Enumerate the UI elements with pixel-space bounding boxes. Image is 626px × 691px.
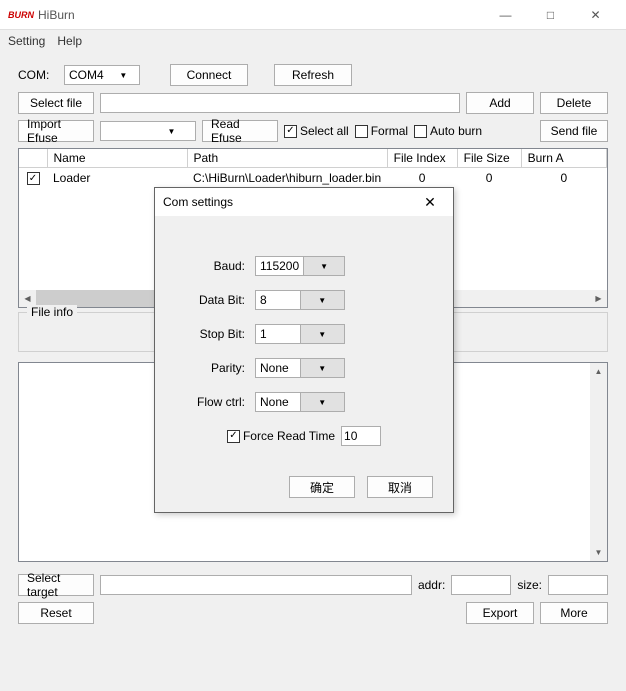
stopbit-label: Stop Bit: <box>175 327 255 341</box>
com-settings-dialog: Com settings ✕ Baud: 115200 ▼ Data Bit: … <box>154 187 454 513</box>
app-logo: BURN <box>8 10 34 20</box>
formal-checkbox[interactable]: Formal <box>355 124 408 138</box>
close-button[interactable]: ✕ <box>573 0 618 30</box>
flow-value: None <box>256 395 300 409</box>
ok-button[interactable]: 确定 <box>289 476 355 498</box>
dialog-close-button[interactable]: ✕ <box>415 194 445 211</box>
menu-help[interactable]: Help <box>57 34 82 48</box>
chevron-down-icon: ▼ <box>300 393 345 411</box>
databit-value: 8 <box>256 293 300 307</box>
force-read-input[interactable] <box>341 426 381 446</box>
baud-value: 115200 <box>256 259 303 273</box>
baud-select[interactable]: 115200 ▼ <box>255 256 345 276</box>
com-label: COM: <box>18 68 58 82</box>
force-read-label: Force Read Time <box>243 429 335 443</box>
efuse-select[interactable]: ▼ <box>100 121 196 141</box>
export-button[interactable]: Export <box>466 602 534 624</box>
com-select[interactable]: COM4 ▼ <box>64 65 140 85</box>
cell-path: C:\HiBurn\Loader\hiburn_loader.bin <box>187 168 387 188</box>
select-all-label: Select all <box>300 124 349 138</box>
cell-burn-addr: 0 <box>521 168 606 188</box>
chevron-down-icon: ▼ <box>148 127 195 136</box>
reset-button[interactable]: Reset <box>18 602 94 624</box>
flow-label: Flow ctrl: <box>175 395 255 409</box>
select-all-checkbox[interactable]: ✓Select all <box>284 124 349 138</box>
size-label: size: <box>517 578 542 592</box>
col-burn-addr[interactable]: Burn A <box>521 149 606 168</box>
stopbit-value: 1 <box>256 327 300 341</box>
chevron-down-icon: ▼ <box>108 71 139 80</box>
select-file-button[interactable]: Select file <box>18 92 94 114</box>
refresh-button[interactable]: Refresh <box>274 64 352 86</box>
row-checkbox[interactable]: ✓ <box>27 172 40 185</box>
scroll-down-icon[interactable]: ▼ <box>590 544 607 561</box>
flow-select[interactable]: None ▼ <box>255 392 345 412</box>
import-efuse-button[interactable]: Import Efuse <box>18 120 94 142</box>
parity-value: None <box>256 361 300 375</box>
window-title: HiBurn <box>38 8 75 22</box>
chevron-down-icon: ▼ <box>300 325 345 343</box>
table-row[interactable]: ✓ Loader C:\HiBurn\Loader\hiburn_loader.… <box>19 168 607 188</box>
cell-name: Loader <box>47 168 187 188</box>
baud-label: Baud: <box>175 259 255 273</box>
stopbit-select[interactable]: 1 ▼ <box>255 324 345 344</box>
col-file-index[interactable]: File Index <box>387 149 457 168</box>
read-efuse-button[interactable]: Read Efuse <box>202 120 278 142</box>
addr-label: addr: <box>418 578 445 592</box>
chevron-down-icon: ▼ <box>300 359 345 377</box>
cell-file-size: 0 <box>457 168 521 188</box>
col-path[interactable]: Path <box>187 149 387 168</box>
cancel-button[interactable]: 取消 <box>367 476 433 498</box>
scroll-up-icon[interactable]: ▲ <box>590 363 607 380</box>
add-button[interactable]: Add <box>466 92 534 114</box>
databit-label: Data Bit: <box>175 293 255 307</box>
minimize-button[interactable]: — <box>483 0 528 30</box>
scroll-right-icon[interactable]: ▶ <box>590 290 607 307</box>
force-read-checkbox[interactable]: ✓ Force Read Time <box>227 429 335 443</box>
more-button[interactable]: More <box>540 602 608 624</box>
select-target-button[interactable]: Select target <box>18 574 94 596</box>
com-value: COM4 <box>65 68 108 82</box>
target-input[interactable] <box>100 575 412 595</box>
file-path-input[interactable] <box>100 93 460 113</box>
col-file-size[interactable]: File Size <box>457 149 521 168</box>
auto-burn-label: Auto burn <box>430 124 482 138</box>
send-file-button[interactable]: Send file <box>540 120 608 142</box>
connect-button[interactable]: Connect <box>170 64 248 86</box>
menu-setting[interactable]: Setting <box>8 34 45 48</box>
auto-burn-checkbox[interactable]: Auto burn <box>414 124 482 138</box>
parity-select[interactable]: None ▼ <box>255 358 345 378</box>
v-scrollbar[interactable]: ▲ ▼ <box>590 363 607 561</box>
cell-file-index: 0 <box>387 168 457 188</box>
maximize-button[interactable]: □ <box>528 0 573 30</box>
delete-button[interactable]: Delete <box>540 92 608 114</box>
databit-select[interactable]: 8 ▼ <box>255 290 345 310</box>
file-info-label: File info <box>27 305 77 319</box>
col-name[interactable]: Name <box>47 149 187 168</box>
chevron-down-icon: ▼ <box>303 257 344 275</box>
chevron-down-icon: ▼ <box>300 291 345 309</box>
formal-label: Formal <box>371 124 408 138</box>
addr-input[interactable] <box>451 575 511 595</box>
parity-label: Parity: <box>175 361 255 375</box>
dialog-title: Com settings <box>163 195 233 209</box>
size-input[interactable] <box>548 575 608 595</box>
